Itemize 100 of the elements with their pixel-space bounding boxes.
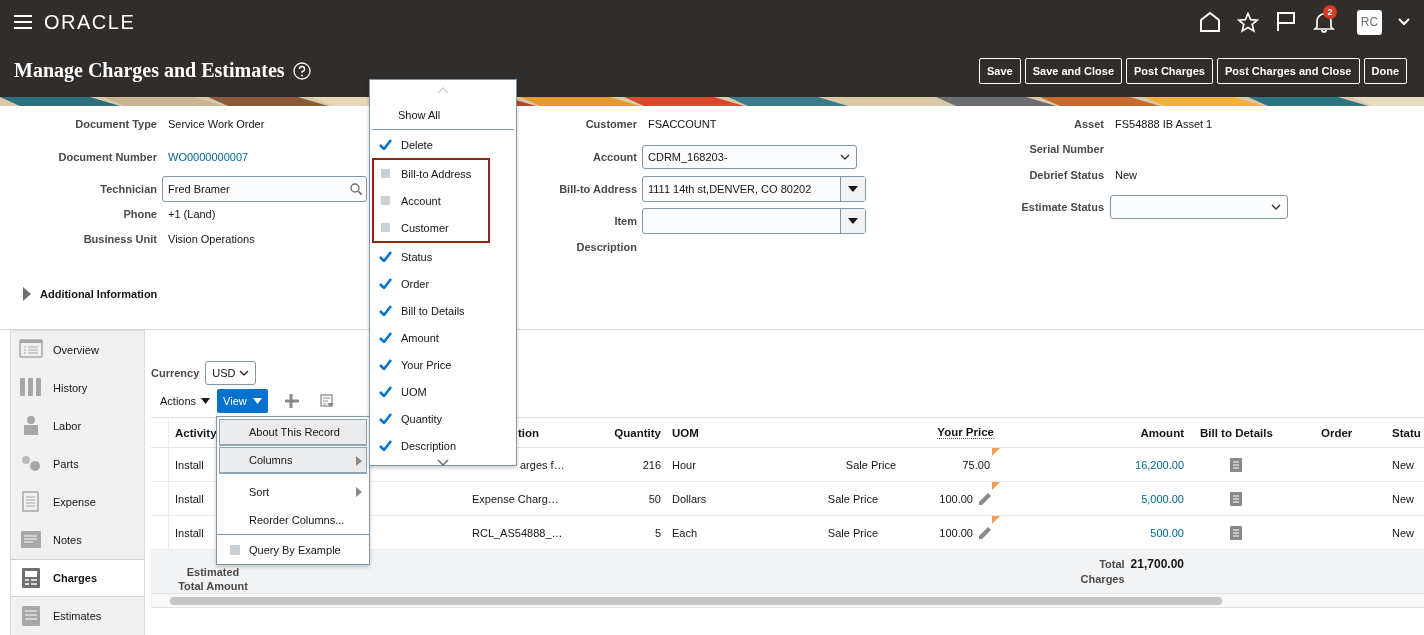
table-cell: 100.00 bbox=[939, 526, 973, 539]
sidebar-item[interactable]: Labor bbox=[11, 407, 144, 445]
menu-item[interactable]: Delete bbox=[370, 131, 516, 158]
field-label: Asset bbox=[1073, 117, 1105, 130]
table-cell: 75.00 bbox=[962, 458, 990, 471]
field-label: Item bbox=[613, 214, 638, 227]
field-label: Currency bbox=[151, 367, 200, 379]
notification-badge: 2 bbox=[1323, 5, 1337, 19]
menu-item[interactable]: Status bbox=[370, 243, 516, 270]
field-value: Vision Operations bbox=[168, 232, 255, 245]
table-cell: Sale Price bbox=[845, 458, 896, 471]
view-menu-button[interactable]: View bbox=[217, 389, 268, 413]
menu-item[interactable]: Account bbox=[374, 187, 488, 214]
column-header[interactable]: Bill to Details bbox=[1200, 426, 1273, 439]
field-label: Serial Number bbox=[1028, 142, 1105, 155]
user-avatar[interactable]: RC bbox=[1357, 9, 1382, 35]
toolbar-button[interactable]: Save bbox=[979, 57, 1021, 84]
table-cell: 216 bbox=[642, 458, 661, 471]
field-value: FS54888 IB Asset 1 bbox=[1115, 117, 1213, 130]
field-value: New bbox=[1115, 168, 1137, 181]
menu-item[interactable]: Sort bbox=[219, 478, 367, 505]
currency-select[interactable]: USD bbox=[205, 361, 257, 385]
page-title: Manage Charges and Estimates bbox=[14, 59, 285, 82]
toolbar-button[interactable]: Done bbox=[1363, 57, 1407, 84]
column-header[interactable]: UOM bbox=[672, 426, 699, 439]
table-cell: Sale Price bbox=[827, 492, 878, 505]
search-field[interactable]: Fred Bramer bbox=[162, 175, 367, 202]
toolbar-button[interactable]: Post Charges bbox=[1126, 57, 1213, 84]
column-header[interactable]: Activity bbox=[175, 426, 217, 439]
column-header[interactable]: Amount bbox=[1140, 426, 1184, 439]
table-cell: Expense Charg… bbox=[472, 492, 559, 505]
menu-item[interactable]: Amount bbox=[370, 324, 516, 351]
sidebar-item[interactable]: Estimates bbox=[11, 597, 144, 635]
table-cell: Install bbox=[175, 492, 204, 505]
menu-item[interactable]: Bill to Details bbox=[370, 297, 516, 324]
sidebar-item[interactable]: Charges bbox=[11, 559, 144, 597]
actions-menu[interactable]: Actions bbox=[160, 395, 211, 407]
select-field[interactable]: CDRM_168203- bbox=[642, 144, 857, 169]
amount-link[interactable]: 500.00 bbox=[1150, 526, 1184, 539]
field-label: Document Number bbox=[57, 150, 158, 163]
menu-item[interactable]: Description bbox=[370, 432, 516, 459]
table-cell: Install bbox=[175, 458, 204, 471]
menu-item[interactable]: Quantity bbox=[370, 405, 516, 432]
menu-item[interactable]: Your Price bbox=[370, 351, 516, 378]
field-value: +1 (Land) bbox=[168, 207, 216, 220]
field-label: Bill-to Address bbox=[558, 182, 638, 195]
column-header[interactable]: Order bbox=[1321, 426, 1353, 439]
total-value: 21,700.00 bbox=[1130, 557, 1184, 572]
menu-item[interactable]: Columns bbox=[219, 447, 367, 474]
table-cell: Dollars bbox=[672, 492, 707, 505]
column-header[interactable]: Statu bbox=[1392, 426, 1421, 439]
field-label: Estimate Status bbox=[1020, 200, 1105, 213]
section-toggle[interactable]: Additional Information bbox=[40, 288, 158, 300]
combo-field[interactable]: 1111 14th st,DENVER, CO 80202 bbox=[642, 175, 866, 202]
field-label: Technician bbox=[99, 182, 158, 195]
field-label: Customer bbox=[584, 117, 638, 130]
table-cell: 5 bbox=[654, 526, 661, 539]
field-label: Business Unit bbox=[82, 232, 158, 245]
field-label: Debrief Status bbox=[1028, 168, 1105, 181]
menu-item[interactable]: About This Record bbox=[219, 419, 367, 446]
table-cell: New bbox=[1392, 458, 1414, 471]
sidebar-item[interactable]: Overview bbox=[11, 331, 144, 369]
menu-item[interactable]: Order bbox=[370, 270, 516, 297]
toolbar-button[interactable]: Post Charges and Close bbox=[1216, 57, 1360, 84]
total-label: Estimated Total Amount bbox=[177, 565, 249, 593]
field-value: Service Work Order bbox=[168, 117, 265, 130]
menu-item[interactable]: Reorder Columns... bbox=[219, 506, 367, 533]
total-label: Total Charges bbox=[1079, 557, 1125, 587]
column-header[interactable]: Your Price bbox=[937, 426, 994, 439]
toolbar-button[interactable]: Save and Close bbox=[1024, 57, 1123, 84]
oracle-logo[interactable]: ORACLE bbox=[44, 10, 136, 34]
menu-item[interactable]: Customer bbox=[374, 214, 488, 241]
column-header[interactable]: tion bbox=[518, 426, 540, 439]
field-label: Document Type bbox=[74, 117, 158, 130]
column-header[interactable]: Quantity bbox=[614, 426, 661, 439]
menu-item[interactable]: Show All bbox=[370, 101, 516, 129]
document-link[interactable]: WO0000000007 bbox=[168, 150, 249, 163]
table-cell: Each bbox=[672, 526, 698, 539]
sidebar-item[interactable]: Parts bbox=[11, 445, 144, 483]
field-label: Account bbox=[592, 150, 638, 163]
table-cell: Sale Price bbox=[827, 526, 878, 539]
sidebar-item[interactable]: Expense bbox=[11, 483, 144, 521]
field-value: FSACCOUNT bbox=[648, 117, 717, 130]
table-cell: Install bbox=[175, 526, 204, 539]
table-cell: New bbox=[1392, 526, 1414, 539]
sidebar-item[interactable]: Notes bbox=[11, 521, 144, 559]
table-cell: New bbox=[1392, 492, 1414, 505]
table-cell: arges f… bbox=[520, 458, 565, 471]
table-cell: 50 bbox=[648, 492, 661, 505]
amount-link[interactable]: 16,200.00 bbox=[1135, 458, 1184, 471]
menu-item[interactable]: Query By Example bbox=[219, 536, 367, 563]
menu-item[interactable]: Bill-to Address bbox=[374, 160, 488, 187]
sidebar-item[interactable]: History bbox=[11, 369, 144, 407]
table-cell: Hour bbox=[672, 458, 696, 471]
field-label: Description bbox=[575, 240, 638, 253]
amount-link[interactable]: 5,000.00 bbox=[1141, 492, 1184, 505]
table-cell: 100.00 bbox=[939, 492, 973, 505]
table-cell: RCL_AS54888_… bbox=[472, 526, 563, 539]
menu-item[interactable]: UOM bbox=[370, 378, 516, 405]
field-label: Phone bbox=[122, 207, 158, 220]
